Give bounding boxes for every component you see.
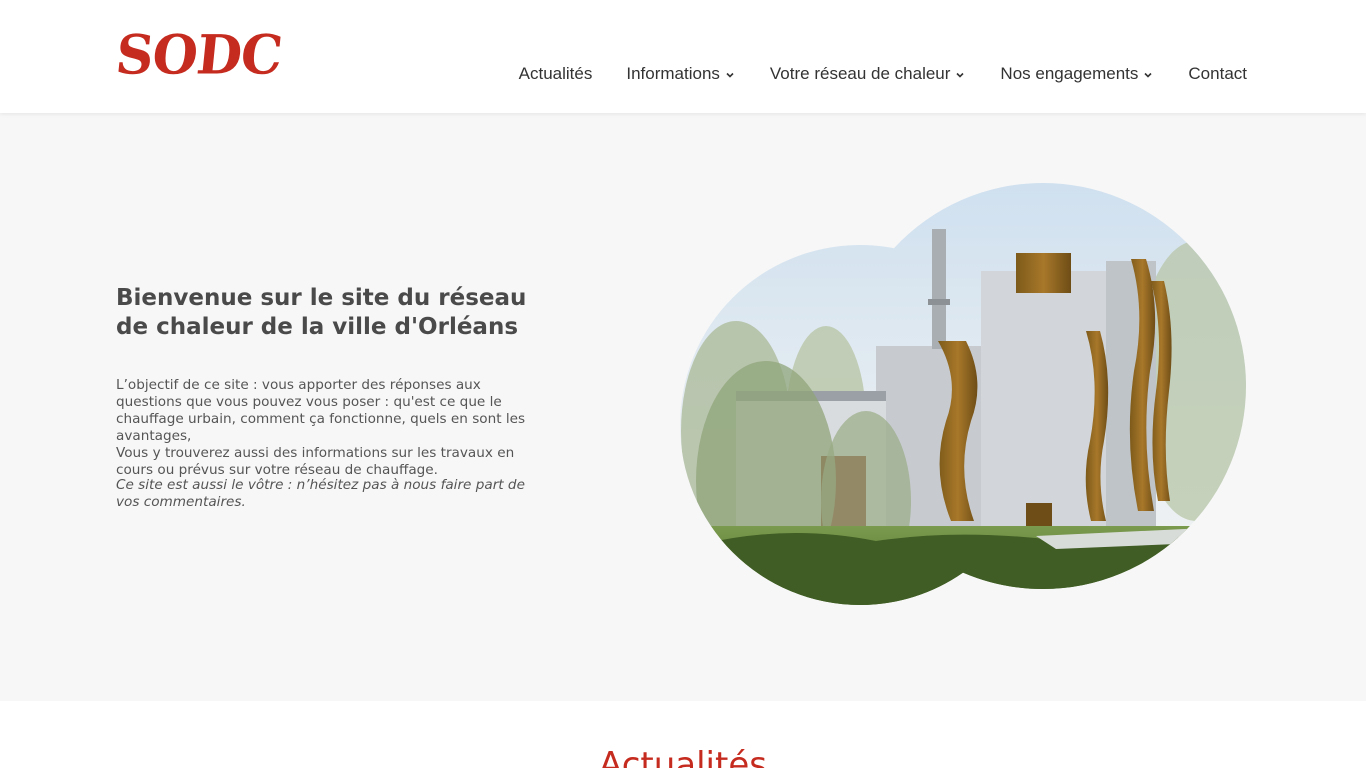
news-section: Actualités [0,701,1366,768]
hero-note: Ce site est aussi le vôtre : n’hésitez p… [116,477,525,510]
news-section-title: Actualités [599,745,767,768]
hero-intro: L’objectif de ce site : vous apporter de… [116,377,546,479]
nav-label: Votre réseau de chaleur [769,64,951,83]
main-nav: Actualités Informations Votre réseau de … [485,64,1247,84]
chevron-down-icon [956,72,964,78]
nav-item-contact[interactable]: Contact [1188,64,1247,84]
nav-label: Nos engagements [1000,64,1139,83]
nav-item-reseau[interactable]: Votre réseau de chaleur [770,64,967,84]
nav-label: Informations [626,64,720,83]
hero-section: Bienvenue sur le site du réseau de chale… [0,113,1366,701]
nav-item-informations[interactable]: Informations [626,64,736,84]
heating-plant-illustration [680,183,1246,605]
nav-item-engagements[interactable]: Nos engagements [1000,64,1154,84]
chevron-down-icon [726,72,734,78]
nav-label: Actualités [518,64,593,83]
sodc-logo[interactable]: SODC [113,24,285,87]
hero-paragraph: L’objectif de ce site : vous apporter de… [116,377,526,444]
nav-item-actualites[interactable]: Actualités [519,64,593,84]
nav-label: Contact [1188,64,1247,83]
site-header: SODC Actualités Informations Votre résea… [0,0,1366,113]
hero-title: Bienvenue sur le site du réseau de chale… [116,285,527,340]
hero-paragraph: Vous y trouverez aussi des informations … [116,445,515,478]
chevron-down-icon [1144,72,1152,78]
